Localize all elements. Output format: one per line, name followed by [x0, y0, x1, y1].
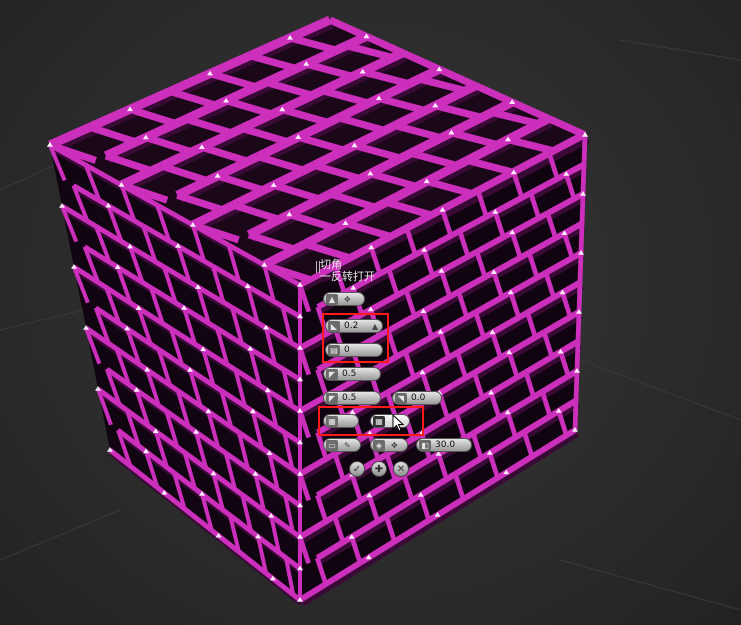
mesh-strut: [574, 341, 581, 372]
plus-icon: ✚: [374, 463, 384, 475]
threshold-field[interactable]: ◧ 30.0: [416, 438, 472, 452]
end-bias-arrow-icon: ✥: [391, 440, 398, 450]
check-icon: ✓: [352, 463, 362, 475]
mesh-strut: [581, 134, 588, 165]
mesh-strut: [578, 223, 585, 254]
chamfer-type-icon: ▲: [326, 293, 338, 305]
mitering-edit-icon: ✎: [344, 440, 351, 450]
end-bias-icon: ◈: [373, 439, 385, 451]
close-icon: ✕: [396, 463, 406, 475]
mitering-icon: ▭: [326, 439, 338, 451]
inset-icon: ◤: [326, 392, 338, 404]
apply-button[interactable]: ✚: [371, 461, 387, 477]
ok-button[interactable]: ✓: [349, 461, 365, 477]
mesh-strut: [572, 400, 579, 431]
mesh-strut: [580, 164, 587, 195]
dropdown-arrow-icon: ✥: [344, 294, 351, 304]
mesh-strut: [573, 370, 580, 401]
mesh-strut: [577, 252, 584, 283]
depth-value: 0.0: [411, 393, 426, 403]
highlight-amount-segments: [322, 313, 389, 363]
mouse-cursor-icon: [392, 414, 405, 432]
tension-icon: ◤: [326, 368, 338, 380]
chamfer-type-dropdown[interactable]: ▲ ✥: [323, 292, 365, 306]
mesh-strut: [579, 193, 586, 224]
mesh-strut: [575, 311, 582, 342]
depth-icon: ◥: [395, 392, 407, 404]
threshold-icon: ◧: [419, 439, 431, 451]
caddy-title-line2: 一反转打开: [320, 270, 375, 283]
threshold-value: 30.0: [435, 440, 456, 450]
viewport-3d[interactable]: 切角 一反转打开 ▲ ✥ ◣ 0.2 ▲ ▤ 0 ◤ 0.5 ◤ 0.5 ◥ 0…: [0, 0, 741, 625]
tension-value: 0.5: [342, 369, 357, 379]
cancel-button[interactable]: ✕: [393, 461, 409, 477]
inset-value: 0.5: [342, 393, 357, 403]
inset-field[interactable]: ◤ 0.5: [323, 391, 381, 405]
depth-field[interactable]: ◥ 0.0: [392, 391, 442, 405]
highlight-toggles: [318, 406, 424, 436]
mesh-strut: [576, 282, 583, 313]
mitering-dropdown[interactable]: ▭ ✎: [323, 438, 361, 452]
caddy-drag-handle[interactable]: [316, 261, 320, 273]
tension-field[interactable]: ◤ 0.5: [323, 367, 381, 381]
end-bias-dropdown[interactable]: ◈ ✥: [370, 438, 408, 452]
caddy-title[interactable]: 切角 一反转打开: [316, 259, 375, 283]
